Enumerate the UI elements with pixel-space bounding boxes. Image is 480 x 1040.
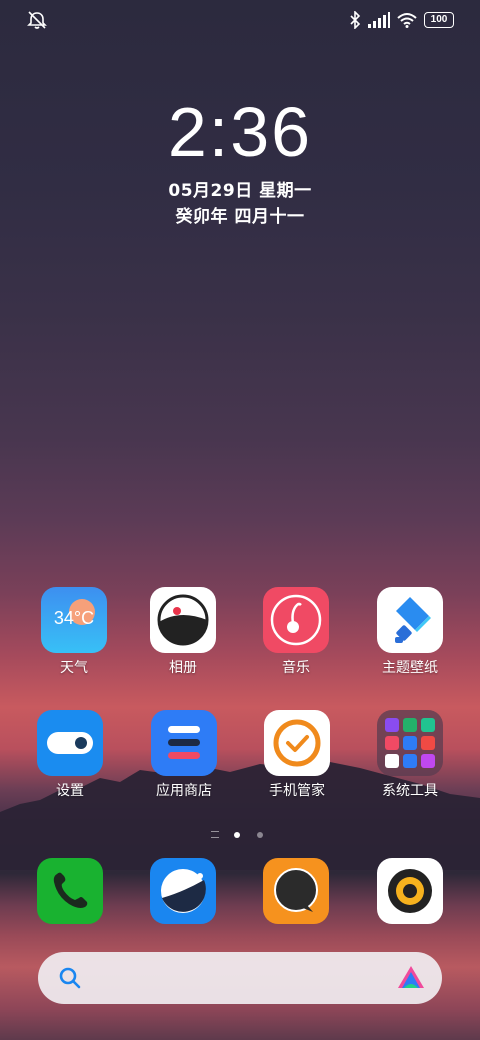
weather-icon: 34°C xyxy=(41,587,107,653)
assistant-icon[interactable] xyxy=(396,964,426,992)
folder-system-tools[interactable]: 系统工具 xyxy=(360,710,460,800)
status-bar: 100 xyxy=(0,0,480,40)
app-settings[interactable]: 设置 xyxy=(20,710,120,800)
date-text: 05月29日 星期一 xyxy=(168,181,312,201)
weather-temp: 34°C xyxy=(53,608,95,628)
dock-phone[interactable] xyxy=(20,858,120,924)
app-label: 手机管家 xyxy=(269,783,325,799)
notifications-muted-icon xyxy=(27,11,47,29)
camera-icon xyxy=(377,858,443,924)
messages-icon xyxy=(263,858,329,924)
battery-indicator: 100 xyxy=(424,12,454,28)
page-dot xyxy=(257,831,264,838)
dock-camera[interactable] xyxy=(360,858,460,924)
app-gallery[interactable]: 相册 xyxy=(133,587,233,677)
app-security[interactable]: 手机管家 xyxy=(247,710,347,800)
bluetooth-icon xyxy=(350,11,361,29)
clock-time[interactable]: 2:36 xyxy=(0,92,480,172)
search-icon xyxy=(59,967,81,989)
menu-lines-icon xyxy=(210,831,219,838)
app-music[interactable]: 音乐 xyxy=(246,587,346,677)
app-label: 天气 xyxy=(60,660,88,676)
wifi-icon xyxy=(397,13,417,28)
app-label: 设置 xyxy=(56,783,84,799)
music-icon xyxy=(263,587,329,653)
search-bar[interactable] xyxy=(38,952,442,1004)
browser-icon xyxy=(150,858,216,924)
themes-icon xyxy=(377,587,443,653)
lunar-date-text: 癸卯年 四月十一 xyxy=(175,207,305,227)
phone-icon xyxy=(37,858,103,924)
app-label: 相册 xyxy=(169,660,197,676)
settings-icon xyxy=(37,710,103,776)
app-label: 主题壁纸 xyxy=(382,660,438,676)
dock-messages[interactable] xyxy=(246,858,346,924)
app-themes[interactable]: 主题壁纸 xyxy=(360,587,460,677)
page-dot-active xyxy=(234,831,240,838)
app-label: 音乐 xyxy=(282,660,310,676)
app-store[interactable]: 应用商店 xyxy=(134,710,234,800)
app-label: 应用商店 xyxy=(156,783,212,799)
dock-browser[interactable] xyxy=(133,858,233,924)
gallery-icon xyxy=(150,587,216,653)
app-label: 系统工具 xyxy=(382,783,438,799)
signal-icon xyxy=(368,12,390,28)
security-icon xyxy=(264,710,330,776)
app-store-icon xyxy=(151,710,217,776)
system-tools-folder-icon xyxy=(377,710,443,776)
page-indicator[interactable] xyxy=(0,824,480,843)
app-weather[interactable]: 34°C 天气 xyxy=(24,587,124,677)
